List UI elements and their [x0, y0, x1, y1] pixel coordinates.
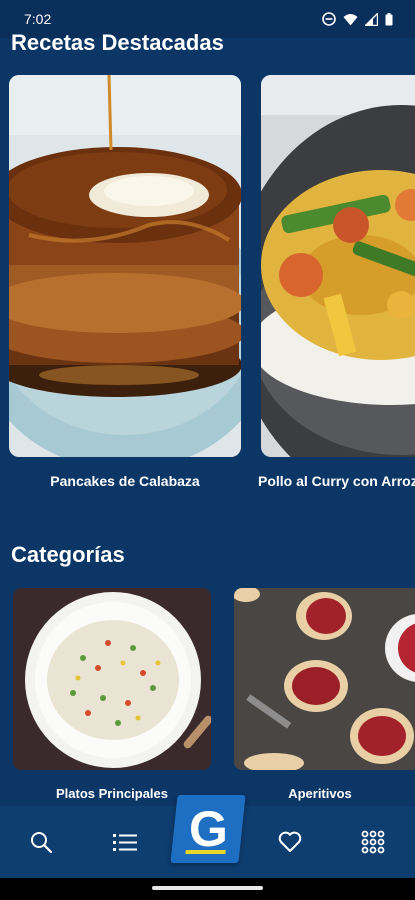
nav-search-button[interactable] — [23, 824, 59, 860]
categories-title: Categorías — [11, 542, 125, 567]
battery-icon — [385, 12, 393, 25]
status-icons — [322, 12, 393, 26]
status-time: 7:02 — [24, 11, 52, 27]
category-card-main-dishes[interactable] — [13, 588, 211, 770]
main-dishes-image — [13, 588, 211, 770]
featured-card-pancakes[interactable] — [9, 75, 241, 457]
heart-icon — [278, 831, 302, 852]
dnd-icon — [322, 12, 336, 26]
nav-list-button[interactable] — [107, 824, 143, 860]
search-icon — [31, 832, 53, 854]
logo-letter: G — [188, 801, 228, 857]
category-card-appetizers[interactable] — [234, 588, 415, 770]
pancakes-image — [9, 75, 241, 457]
nav-favorites-button[interactable] — [272, 824, 308, 860]
featured-carousel[interactable]: Pancakes de Calabaza Pollo al Curry con … — [0, 75, 415, 495]
appetizers-image — [234, 588, 415, 770]
signal-icon — [365, 12, 378, 26]
wifi-icon — [343, 13, 358, 25]
home-gesture-handle[interactable] — [152, 886, 263, 890]
curry-image — [261, 75, 415, 457]
categories-carousel[interactable]: Platos Principales Aperitivos — [0, 588, 415, 808]
home-logo-button[interactable]: G — [170, 795, 246, 863]
list-icon — [113, 834, 137, 851]
nav-grid-button[interactable] — [355, 824, 391, 860]
category-label-appetizers[interactable]: Aperitivos — [234, 786, 406, 801]
featured-title: Recetas Destacadas — [11, 30, 224, 55]
grid-icon — [361, 830, 385, 854]
featured-label-curry[interactable]: Pollo al Curry con Arroz — [258, 473, 415, 489]
system-gesture-bar — [0, 878, 415, 900]
featured-card-curry[interactable] — [261, 75, 415, 457]
logo-stripe — [185, 850, 226, 854]
featured-label-pancakes[interactable]: Pancakes de Calabaza — [9, 473, 241, 489]
